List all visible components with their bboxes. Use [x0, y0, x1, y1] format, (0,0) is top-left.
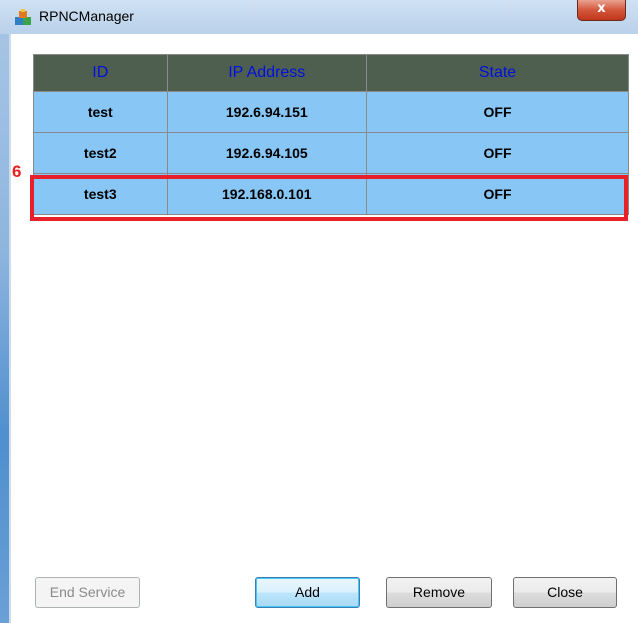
cell-state: OFF — [366, 91, 629, 133]
column-header-id[interactable]: ID — [33, 54, 168, 92]
close-button[interactable]: Close — [513, 577, 617, 608]
window-left-frame — [0, 0, 11, 623]
cell-ip: 192.6.94.151 — [166, 91, 368, 133]
remove-button[interactable]: Remove — [386, 577, 492, 608]
column-header-state[interactable]: State — [366, 54, 629, 92]
cell-state: OFF — [366, 132, 629, 174]
client-area: ID IP Address State test 192.6.94.151 OF… — [11, 34, 638, 623]
window-title: RPNCManager — [39, 8, 134, 24]
close-window-button[interactable]: x — [577, 0, 626, 21]
column-header-ip-address[interactable]: IP Address — [166, 54, 368, 92]
table-row[interactable]: test2 192.6.94.105 OFF — [33, 132, 629, 174]
table-header-row: ID IP Address State — [33, 54, 629, 92]
title-bar[interactable]: RPNCManager x — [0, 0, 638, 34]
add-button[interactable]: Add — [255, 577, 360, 608]
cell-ip: 192.6.94.105 — [166, 132, 368, 174]
cell-id: test — [33, 91, 168, 133]
table-row[interactable]: test 192.6.94.151 OFF — [33, 91, 629, 133]
cell-id: test2 — [33, 132, 168, 174]
app-icon — [15, 9, 31, 25]
step-number-marker: 6 — [12, 162, 22, 181]
end-service-button[interactable]: End Service — [35, 577, 140, 608]
row-highlight-box — [30, 175, 628, 221]
